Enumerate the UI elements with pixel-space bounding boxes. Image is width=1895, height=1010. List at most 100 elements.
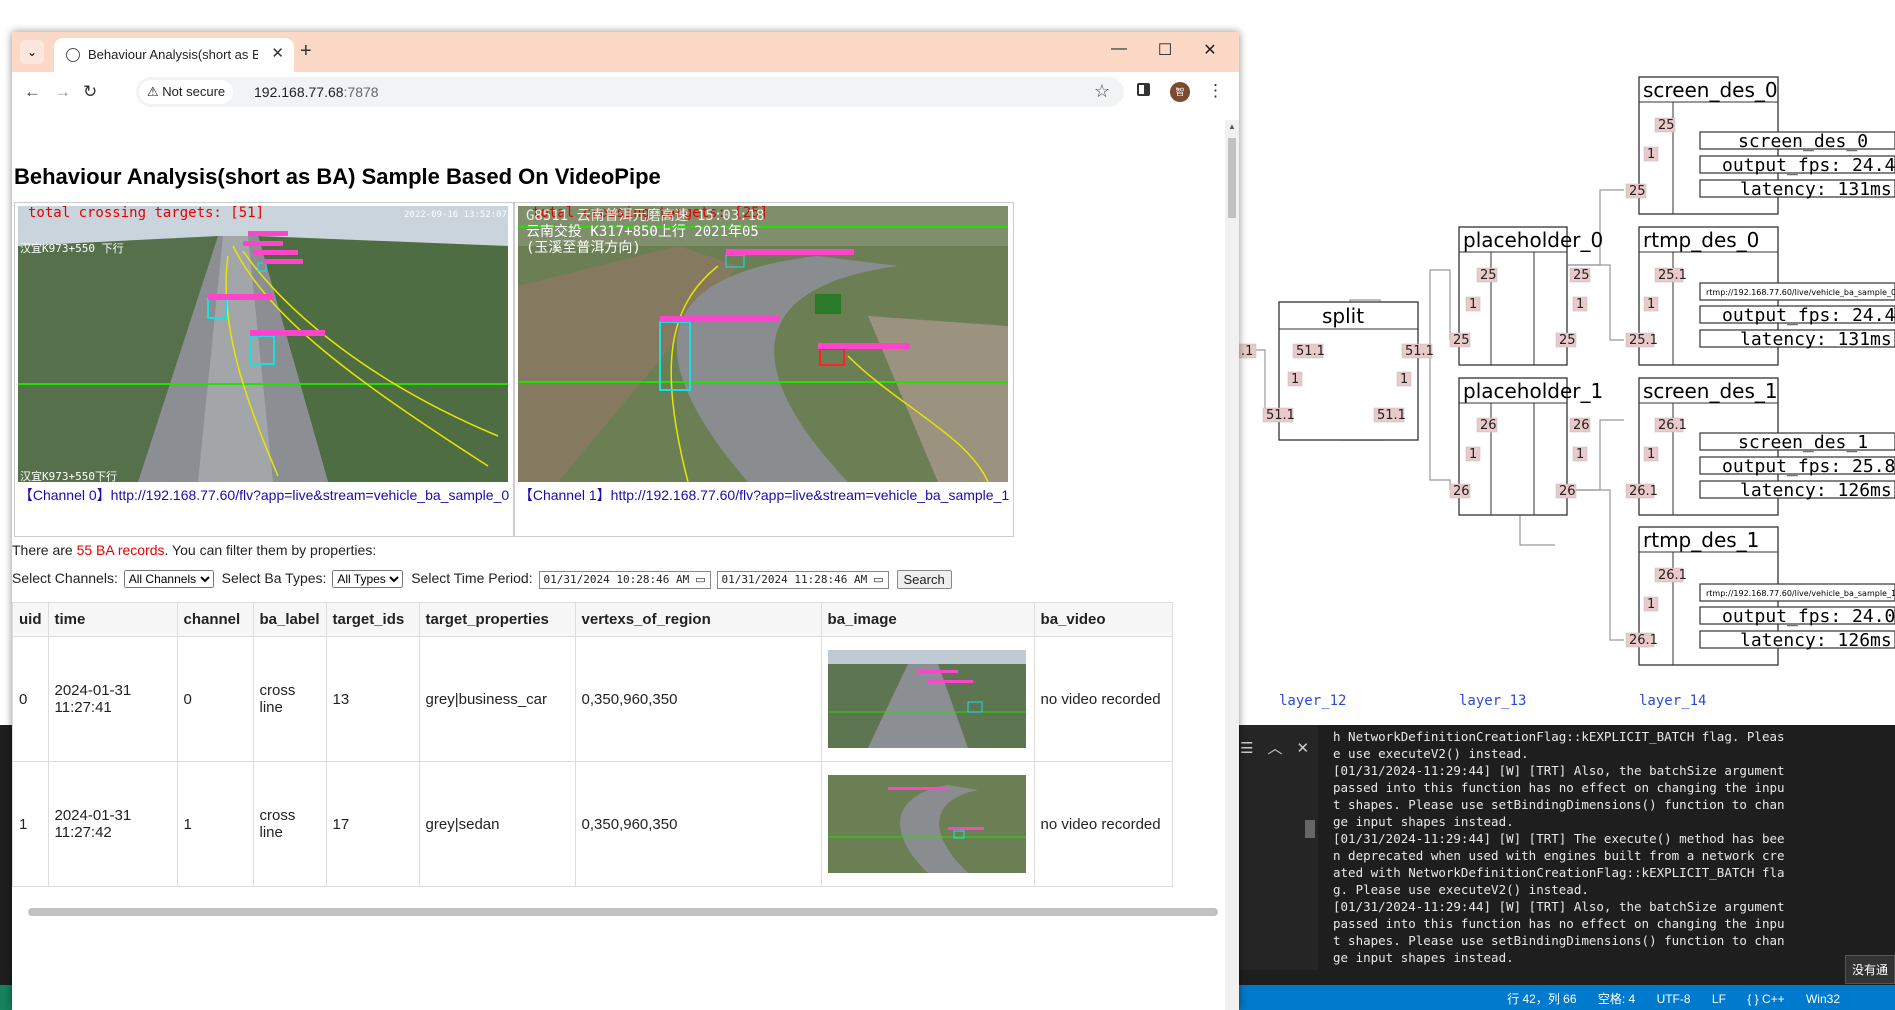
channel-0-count-overlay: total crossing targets: [51] (28, 206, 265, 221)
close-icon[interactable]: ✕ (1296, 740, 1309, 757)
ba-image-thumbnail[interactable] (827, 775, 1026, 873)
header-ba-image: ba_image (820, 602, 1035, 637)
node-split: split .1 51.1 1 51.1 51.1 1 51.1 (1237, 301, 1434, 441)
end-time-input[interactable]: 01/31/2024 11:28:46 AM ▭ (716, 570, 889, 589)
indent-setting[interactable]: 空格: 4 (1598, 992, 1635, 1006)
terminal-line: [01/31/2024-11:29:44] [W] [TRT] Also, th… (1333, 763, 1793, 829)
svg-text:1: 1 (1291, 372, 1299, 387)
svg-text:1: 1 (1647, 147, 1655, 162)
channel-0-video[interactable]: total crossing targets: [51] 2022-09-16 … (18, 206, 508, 482)
channel-0-cell: total crossing targets: [51] 2022-09-16 … (14, 202, 514, 537)
svg-text:latency: 131ms: latency: 131ms (1740, 329, 1892, 350)
address-bar[interactable]: ⚠ Not secure 192.168.77.68:7878 ☆ (136, 77, 1124, 107)
cell-uid: 1 (12, 761, 49, 887)
types-filter-label: Select Ba Types: (221, 570, 327, 587)
svg-text:split: split (1322, 304, 1364, 328)
calendar-icon[interactable]: ▭ (873, 573, 883, 586)
ba-types-select[interactable]: All Types (332, 570, 404, 589)
svg-text:output_fps: 24.48: output_fps: 24.48 (1722, 305, 1895, 326)
not-secure-label: Not secure (162, 84, 226, 99)
svg-text:placeholder_1: placeholder_1 (1463, 379, 1603, 403)
encoding[interactable]: UTF-8 (1657, 992, 1691, 1006)
panel-list-icon[interactable]: ☰ (1240, 740, 1253, 757)
svg-text:1: 1 (1576, 297, 1584, 312)
browser-tab[interactable]: Behaviour Analysis(short as BA) ✕ (54, 38, 294, 72)
security-chip[interactable]: ⚠ Not secure (139, 80, 234, 104)
url-port: :7878 (343, 84, 379, 100)
url-text[interactable]: 192.168.77.68:7878 (254, 84, 379, 100)
channel-1-video[interactable]: total crossing targets: [25] G8511 云南普洱元… (518, 206, 1008, 482)
start-time-input[interactable]: 01/31/2024 10:28:46 AM ▭ (538, 570, 711, 589)
chevron-up-icon[interactable]: ︿ (1267, 740, 1282, 757)
channel-1-link[interactable]: 【Channel 1】http://192.168.77.60/flv?app=… (515, 485, 1013, 505)
line-ending[interactable]: LF (1712, 992, 1726, 1006)
ba-image-thumbnail[interactable] (827, 650, 1026, 748)
terminal-line: [01/31/2024-11:29:44] [W] [TRT] Also, th… (1333, 899, 1793, 965)
cell-ba-video: no video recorded (1033, 636, 1173, 762)
globe-icon (66, 48, 80, 62)
cell-ba-image (820, 636, 1035, 762)
svg-text:screen_des_0: screen_des_0 (1738, 131, 1868, 152)
cell-vertexs: 0,350,960,350 (574, 636, 822, 762)
svg-text:25: 25 (1453, 333, 1470, 348)
records-prefix: There are (12, 542, 77, 558)
close-window-button[interactable]: ✕ (1200, 40, 1220, 60)
bookmark-star-icon[interactable]: ☆ (1094, 81, 1110, 102)
header-uid: uid (12, 602, 49, 637)
svg-text:rtmp://192.168.77.60/live/vehi: rtmp://192.168.77.60/live/vehicle_ba_sam… (1706, 589, 1895, 598)
svg-text:rtmp://192.168.77.60/live/vehi: rtmp://192.168.77.60/live/vehicle_ba_sam… (1706, 288, 1895, 297)
cursor-position[interactable]: 行 42，列 66 (1507, 992, 1576, 1006)
header-vertexs-of-region: vertexs_of_region (574, 602, 822, 637)
records-count: 55 BA records (76, 542, 165, 558)
tab-search-button[interactable]: ⌄ (20, 40, 44, 64)
svg-text:1: 1 (1647, 297, 1655, 312)
maximize-button[interactable]: ☐ (1155, 40, 1175, 60)
scroll-up-arrow-icon[interactable]: ▲ (1228, 122, 1236, 131)
new-tab-button[interactable]: + (300, 40, 312, 63)
page-title: Behaviour Analysis(short as BA) Sample B… (14, 164, 661, 189)
channel-1-cell: total crossing targets: [25] G8511 云南普洱元… (514, 202, 1014, 537)
channels-select[interactable]: All Channels (123, 570, 214, 589)
node-rtmp-des-1: rtmp_des_1 26.1 1 26.1 rtmp://192.168.77… (1625, 526, 1895, 666)
svg-text:output_fps: 24.48: output_fps: 24.48 (1722, 155, 1895, 176)
back-button[interactable]: ← (24, 82, 41, 102)
search-button[interactable]: Search (896, 570, 952, 589)
profile-avatar[interactable]: 智 (1170, 82, 1190, 102)
more-menu-icon[interactable]: ⋮ (1207, 81, 1224, 101)
svg-text:latency: 131ms: latency: 131ms (1740, 179, 1892, 200)
svg-text:rtmp_des_0: rtmp_des_0 (1643, 228, 1759, 252)
node-placeholder-0: placeholder_0 25 1 25 25 1 25 (1449, 226, 1603, 366)
svg-text:25: 25 (1658, 118, 1675, 133)
svg-text:screen_des_1: screen_des_1 (1643, 379, 1778, 403)
node-placeholder-1: placeholder_1 26 1 26 26 1 26 (1449, 377, 1603, 516)
svg-text:output_fps: 25.84: output_fps: 25.84 (1722, 456, 1895, 477)
records-summary: There are 55 BA records. You can filter … (12, 542, 376, 558)
minimize-button[interactable]: — (1109, 40, 1129, 58)
forward-button[interactable]: → (54, 82, 71, 102)
page-horizontal-scrollbar[interactable] (28, 908, 1218, 916)
ide-scrollbar-thumb[interactable] (1305, 820, 1315, 838)
header-time: time (47, 602, 178, 637)
layer-label-13: layer_13 (1459, 693, 1526, 709)
cell-channel: 1 (176, 761, 254, 887)
calendar-icon[interactable]: ▭ (695, 573, 705, 586)
page-vertical-scrollbar[interactable]: ▲ (1225, 120, 1239, 1010)
channel-0-link[interactable]: 【Channel 0】http://192.168.77.60/flv?app=… (15, 485, 513, 505)
scrollbar-thumb[interactable] (1228, 138, 1236, 218)
platform[interactable]: Win32 (1806, 992, 1840, 1006)
cell-target-properties: grey|business_car (418, 636, 576, 762)
svg-text:25.1: 25.1 (1629, 333, 1658, 348)
channels-filter-label: Select Channels: (12, 570, 118, 587)
svg-text:25.1: 25.1 (1658, 268, 1687, 283)
svg-text:25: 25 (1559, 333, 1576, 348)
cell-vertexs: 0,350,960,350 (574, 761, 822, 887)
channel-0-location-bottom: 汉宜K973+550下行 (20, 470, 117, 482)
terminal-line: [01/31/2024-11:29:44] [W] [TRT] The exec… (1333, 831, 1785, 897)
language-mode[interactable]: { } C++ (1747, 992, 1784, 1006)
svg-text:1: 1 (1469, 297, 1477, 312)
records-suffix: . You can filter them by properties: (164, 542, 377, 558)
reload-button[interactable]: ↻ (83, 82, 97, 102)
layer-label-12: layer_12 (1279, 693, 1346, 709)
side-panel-icon[interactable] (1137, 83, 1150, 96)
tab-close-icon[interactable]: ✕ (271, 44, 284, 62)
